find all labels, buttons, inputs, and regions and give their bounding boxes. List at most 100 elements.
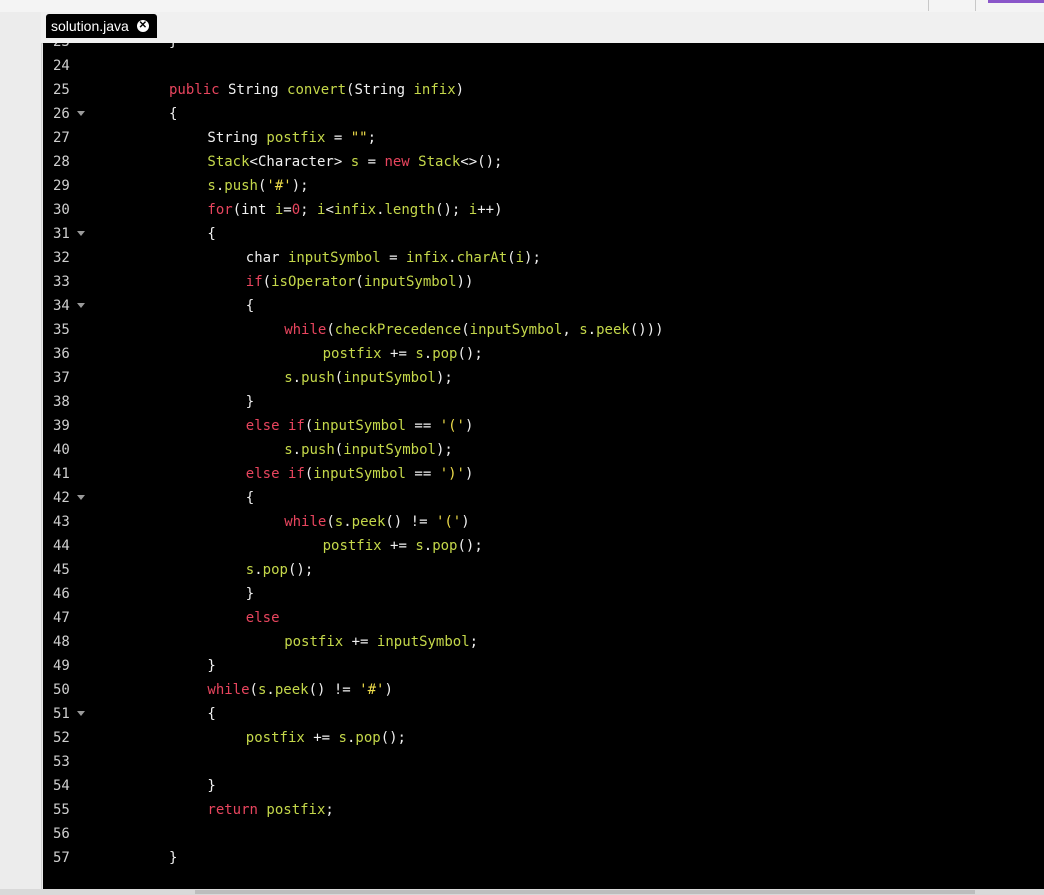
code-line[interactable]: 26 { bbox=[43, 102, 1044, 126]
code-line[interactable]: 49} bbox=[43, 654, 1044, 678]
code-line[interactable]: 35 while(checkPrecedence(inputSymbol, s.p… bbox=[43, 318, 1044, 342]
code-line[interactable]: 52 postfix += s.pop(); bbox=[43, 726, 1044, 750]
fold-arrow-icon[interactable] bbox=[77, 231, 85, 236]
code-text: } bbox=[169, 846, 177, 870]
tab-solution-java[interactable]: solution.java ✕ bbox=[46, 14, 157, 38]
line-number: 25 bbox=[53, 82, 70, 98]
code-token: Character bbox=[257, 154, 334, 170]
code-token: <>(); bbox=[460, 154, 503, 170]
code-line[interactable]: 38} bbox=[43, 390, 1044, 414]
code-line[interactable]: 47 else bbox=[43, 606, 1044, 630]
code-line[interactable]: 29 s.push('#'); bbox=[43, 174, 1044, 198]
code-line[interactable]: 46} bbox=[43, 582, 1044, 606]
fold-arrow-icon[interactable] bbox=[77, 711, 85, 716]
code-editor[interactable]: 23}2425public String convert(String infi… bbox=[43, 43, 1044, 889]
code-line[interactable]: 57} bbox=[43, 846, 1044, 870]
code-token: (); bbox=[435, 202, 469, 218]
code-line[interactable]: 43 while(s.peek() != '(') bbox=[43, 510, 1044, 534]
code-line[interactable]: 39 else if(inputSymbol == '(') bbox=[43, 414, 1044, 438]
code-text: if(isOperator(inputSymbol)) bbox=[246, 270, 474, 294]
code-token: ( bbox=[304, 466, 314, 482]
code-text: s.push(inputSymbol); bbox=[284, 438, 453, 462]
code-token: if bbox=[245, 274, 263, 290]
code-token: '(' bbox=[439, 418, 465, 434]
code-token: s bbox=[245, 562, 255, 578]
code-line[interactable]: 34 { bbox=[43, 294, 1044, 318]
code-line[interactable]: 36 postfix += s.pop(); bbox=[43, 342, 1044, 366]
fold-arrow-icon[interactable] bbox=[77, 495, 85, 500]
code-token: } bbox=[207, 658, 216, 674]
code-token: postfix bbox=[322, 346, 382, 362]
code-token: push bbox=[224, 178, 258, 194]
line-number: 51 bbox=[53, 706, 70, 722]
code-token: checkPrecedence bbox=[334, 322, 462, 338]
code-line[interactable]: 33 if(isOperator(inputSymbol)) bbox=[43, 270, 1044, 294]
code-line[interactable]: 45 s.pop(); bbox=[43, 558, 1044, 582]
line-number: 49 bbox=[53, 658, 70, 674]
code-token: peek bbox=[351, 514, 386, 530]
code-line[interactable]: 42 { bbox=[43, 486, 1044, 510]
code-line[interactable]: 53 bbox=[43, 750, 1044, 774]
fold-arrow-icon[interactable] bbox=[77, 111, 85, 116]
code-token: push bbox=[301, 370, 335, 386]
toolbar-separator bbox=[928, 0, 929, 11]
code-line[interactable]: 32 char inputSymbol = infix.charAt(i); bbox=[43, 246, 1044, 270]
code-line[interactable]: 30 for(int i=0; i<infix.length(); i++) bbox=[43, 198, 1044, 222]
line-number: 26 bbox=[53, 106, 70, 122]
code-token: ; bbox=[469, 634, 479, 650]
code-token: ( bbox=[249, 682, 258, 698]
code-line[interactable]: 23} bbox=[43, 43, 1044, 54]
code-line[interactable]: 48 postfix += inputSymbol; bbox=[43, 630, 1044, 654]
code-token: s bbox=[207, 178, 216, 194]
fold-arrow-icon[interactable] bbox=[77, 303, 85, 308]
code-line[interactable]: 54} bbox=[43, 774, 1044, 798]
code-token: isOperator bbox=[271, 274, 356, 290]
line-number: 40 bbox=[53, 442, 70, 458]
code-text: postfix += s.pop(); bbox=[323, 534, 483, 558]
code-token: ( bbox=[326, 514, 335, 530]
scrollbar-thumb[interactable] bbox=[195, 890, 975, 894]
code-token: '#' bbox=[359, 682, 385, 698]
code-line[interactable]: 44 postfix += s.pop(); bbox=[43, 534, 1044, 558]
horizontal-scrollbar[interactable] bbox=[0, 889, 1044, 895]
code-token: . bbox=[423, 538, 433, 554]
code-token: Stack bbox=[207, 154, 250, 170]
code-token: == bbox=[405, 418, 440, 434]
line-number: 24 bbox=[53, 58, 70, 74]
code-line[interactable]: 25 public String convert(String infix) bbox=[43, 78, 1044, 102]
code-token: peek bbox=[596, 322, 630, 338]
code-line[interactable]: 55 return postfix; bbox=[43, 798, 1044, 822]
code-token: inputSymbol bbox=[313, 418, 406, 434]
code-line[interactable]: 41 else if(inputSymbol == ')') bbox=[43, 462, 1044, 486]
code-token: '(' bbox=[435, 514, 462, 530]
code-token: ) bbox=[455, 82, 465, 98]
code-token: public bbox=[169, 82, 220, 98]
code-line[interactable]: 24 bbox=[43, 54, 1044, 78]
code-token: s bbox=[579, 322, 588, 338]
code-token: (); bbox=[457, 346, 483, 362]
code-token: 0 bbox=[291, 202, 301, 218]
code-token: . bbox=[254, 562, 263, 578]
code-token: postfix bbox=[266, 802, 326, 818]
code-line[interactable]: 28 Stack<Character> s = new Stack<>(); bbox=[43, 150, 1044, 174]
code-text: else bbox=[246, 606, 280, 630]
code-line[interactable]: 31 { bbox=[43, 222, 1044, 246]
code-token: while bbox=[284, 514, 327, 530]
code-text: } bbox=[246, 582, 254, 606]
code-line[interactable]: 37 s.push(inputSymbol); bbox=[43, 366, 1044, 390]
code-line[interactable]: 56 bbox=[43, 822, 1044, 846]
code-line[interactable]: 51 { bbox=[43, 702, 1044, 726]
code-token: peek bbox=[274, 682, 309, 698]
code-line[interactable]: 50 while(s.peek() != '#') bbox=[43, 678, 1044, 702]
code-token: (); bbox=[380, 730, 406, 746]
code-token: ')' bbox=[439, 466, 465, 482]
code-line[interactable]: 27 String postfix = ""; bbox=[43, 126, 1044, 150]
close-icon[interactable]: ✕ bbox=[136, 20, 149, 32]
code-token: { bbox=[207, 706, 216, 722]
code-text: while(checkPrecedence(inputSymbol, s.pee… bbox=[284, 318, 663, 342]
code-token: i bbox=[515, 250, 525, 266]
line-number: 43 bbox=[53, 514, 70, 530]
code-line[interactable]: 40 s.push(inputSymbol); bbox=[43, 438, 1044, 462]
code-token: if bbox=[287, 418, 305, 434]
